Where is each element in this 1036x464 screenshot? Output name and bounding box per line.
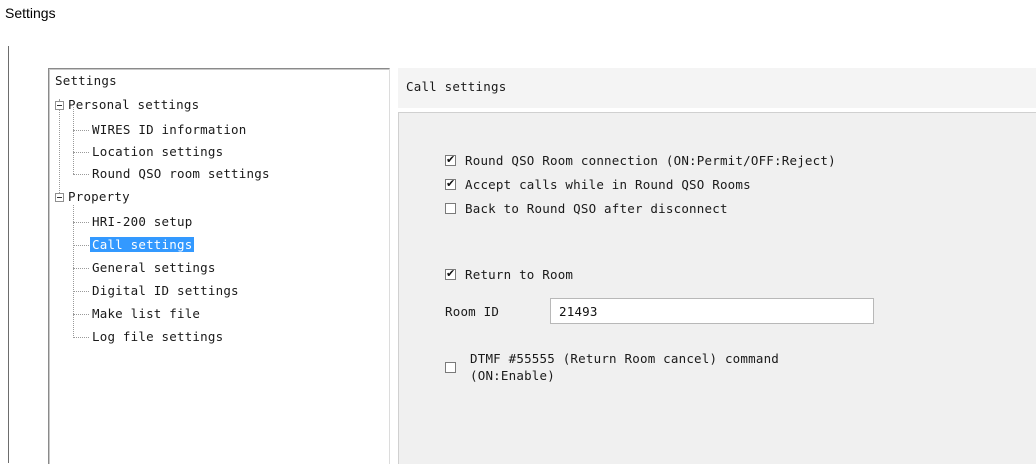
accept-calls-row[interactable]: Accept calls while in Round QSO Rooms [445, 177, 751, 192]
tree-item-digital-id-settings[interactable]: Digital ID settings [92, 282, 239, 299]
return-to-room-row[interactable]: Return to Room [445, 267, 573, 282]
window-border [8, 46, 9, 463]
accept-calls-checkbox[interactable] [445, 177, 456, 190]
round-qso-connection-row[interactable]: Round QSO Room connection (ON:Permit/OFF… [445, 153, 836, 168]
tree-item-location-settings[interactable]: Location settings [92, 143, 223, 160]
tree-item-wires-id-information[interactable]: WIRES ID information [92, 121, 247, 138]
collapse-icon[interactable] [55, 101, 64, 110]
tree-connector [73, 222, 89, 223]
tree-connector [73, 245, 89, 246]
tree-connector [73, 174, 89, 175]
tree-item-hri-200-setup[interactable]: HRI-200 setup [92, 213, 192, 230]
round-qso-connection-checkbox[interactable] [445, 153, 456, 166]
settings-tree[interactable]: Settings Personal settings WIRES ID info… [48, 68, 390, 464]
tree-connector [73, 268, 89, 269]
tree-group-personal-settings[interactable]: Personal settings [68, 96, 199, 113]
dtmf-checkbox[interactable] [445, 362, 456, 373]
round-qso-connection-label[interactable]: Round QSO Room connection (ON:Permit/OFF… [465, 153, 836, 168]
back-to-round-qso-row[interactable]: Back to Round QSO after disconnect [445, 201, 728, 216]
tree-item-round-qso-room-settings[interactable]: Round QSO room settings [92, 165, 270, 182]
back-to-round-qso-checkbox[interactable] [445, 203, 456, 214]
tree-item-call-settings[interactable]: Call settings [90, 236, 195, 253]
tree-root-settings[interactable]: Settings [55, 73, 117, 88]
tree-connector [73, 314, 89, 315]
return-to-room-label[interactable]: Return to Room [465, 267, 573, 282]
tree-connector [73, 205, 74, 338]
tree-item-log-file-settings[interactable]: Log file settings [92, 328, 223, 345]
selected-item-label[interactable]: Call settings [90, 237, 195, 252]
room-id-label: Room ID [445, 304, 500, 319]
collapse-icon[interactable] [55, 193, 64, 202]
dtmf-label[interactable]: DTMF #55555 (Return Room cancel) command… [470, 350, 779, 384]
tree-connector [73, 337, 89, 338]
tree-connector [59, 99, 60, 197]
tree-connector [73, 107, 74, 174]
tree-connector [73, 152, 89, 153]
window-title: Settings [5, 5, 56, 21]
tree-group-property[interactable]: Property [68, 188, 130, 205]
return-to-room-checkbox[interactable] [445, 267, 456, 280]
panel-title: Call settings [406, 79, 507, 94]
tree-item-make-list-file[interactable]: Make list file [92, 305, 200, 322]
room-id-input[interactable] [550, 298, 874, 324]
back-to-round-qso-label[interactable]: Back to Round QSO after disconnect [465, 201, 728, 216]
dtmf-label-line2: (ON:Enable) [470, 368, 555, 383]
tree-item-general-settings[interactable]: General settings [92, 259, 216, 276]
tree-connector [73, 291, 89, 292]
tree-connector [73, 130, 89, 131]
accept-calls-label[interactable]: Accept calls while in Round QSO Rooms [465, 177, 751, 192]
dtmf-label-line1: DTMF #55555 (Return Room cancel) command [470, 351, 780, 366]
